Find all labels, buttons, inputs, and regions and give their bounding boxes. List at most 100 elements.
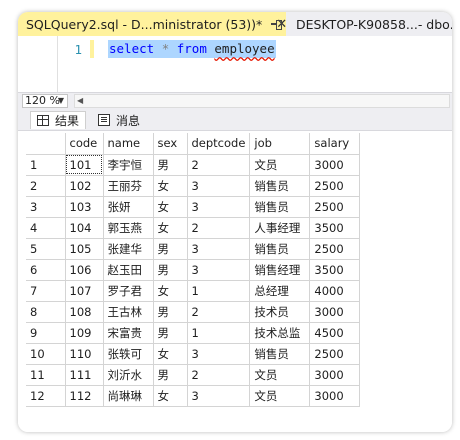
cell-name[interactable]: 尚琳琳 <box>103 385 154 407</box>
cell-salary[interactable]: 4000 <box>309 280 361 302</box>
cell-job[interactable]: 文员 <box>249 154 311 176</box>
cell-sex[interactable]: 男 <box>153 154 188 176</box>
cell-job[interactable]: 销售员 <box>249 343 311 365</box>
cell-name[interactable]: 刘沂水 <box>103 364 154 386</box>
cell-code[interactable]: 102 <box>65 175 104 197</box>
cell-salary[interactable]: 2500 <box>309 196 361 218</box>
table-row[interactable]: 8 108 王古林男 2 技术员 3000 <box>26 301 361 323</box>
table-row[interactable]: 2 102 王丽芬女 3 销售员 2500 <box>26 175 361 197</box>
cell-sex[interactable]: 女 <box>153 343 188 365</box>
cell-code[interactable]: 110 <box>65 343 104 365</box>
cell-sex[interactable]: 男 <box>153 301 188 323</box>
cell-deptcode[interactable]: 3 <box>187 259 251 281</box>
cell-name[interactable]: 李宇恒 <box>103 154 154 176</box>
tab-messages[interactable]: 消息 <box>92 111 146 129</box>
cell-salary[interactable]: 2500 <box>309 343 361 365</box>
cell-name[interactable]: 王丽芬 <box>103 175 154 197</box>
column-header-job[interactable]: job <box>249 133 311 155</box>
cell-deptcode[interactable]: 2 <box>187 154 251 176</box>
cell-sex[interactable]: 男 <box>153 322 188 344</box>
cell-deptcode[interactable]: 1 <box>187 280 251 302</box>
cell-job[interactable]: 总经理 <box>249 280 311 302</box>
column-header-salary[interactable]: salary <box>309 133 361 155</box>
table-row[interactable]: 10 110 张轶可女 3 销售员 2500 <box>26 343 361 365</box>
cell-salary[interactable]: 3000 <box>309 154 361 176</box>
cell-deptcode[interactable]: 3 <box>187 385 251 407</box>
cell-name[interactable]: 张妍 <box>103 196 154 218</box>
row-number[interactable]: 11 <box>26 364 66 386</box>
row-number[interactable]: 6 <box>26 259 66 281</box>
cell-name[interactable]: 张轶可 <box>103 343 154 365</box>
cell-salary[interactable]: 3000 <box>309 301 361 323</box>
cell-job[interactable]: 销售员 <box>249 238 311 260</box>
cell-name[interactable]: 王古林 <box>103 301 154 323</box>
cell-deptcode[interactable]: 3 <box>187 196 251 218</box>
row-number[interactable]: 9 <box>26 322 66 344</box>
cell-job[interactable]: 销售经理 <box>249 259 311 281</box>
cell-job[interactable]: 文员 <box>249 385 311 407</box>
row-number[interactable]: 12 <box>26 385 66 407</box>
row-number[interactable]: 1 <box>26 154 66 176</box>
cell-job[interactable]: 销售员 <box>249 175 311 197</box>
cell-job[interactable]: 技术员 <box>249 301 311 323</box>
cell-job[interactable]: 文员 <box>249 364 311 386</box>
tab-desktop-table[interactable]: DESKTOP-K90858...- dbo.e <box>292 12 452 36</box>
cell-code[interactable]: 109 <box>65 322 104 344</box>
row-number[interactable]: 4 <box>26 217 66 239</box>
scroll-left-icon[interactable]: ◀ <box>77 95 83 107</box>
column-header-rownum[interactable] <box>26 133 66 155</box>
cell-salary[interactable]: 3500 <box>309 259 361 281</box>
cell-sex[interactable]: 女 <box>153 196 188 218</box>
code-line[interactable]: select * from employee <box>108 40 276 58</box>
row-number[interactable]: 3 <box>26 196 66 218</box>
cell-code[interactable]: 108 <box>65 301 104 323</box>
cell-job[interactable]: 技术总监 <box>249 322 311 344</box>
table-row[interactable]: 4 104 郭玉燕女 2 人事经理 3500 <box>26 217 361 239</box>
cell-sex[interactable]: 男 <box>153 238 188 260</box>
cell-code[interactable]: 105 <box>65 238 104 260</box>
cell-job[interactable]: 销售员 <box>249 196 311 218</box>
cell-deptcode[interactable]: 3 <box>187 343 251 365</box>
table-row[interactable]: 6 106 赵玉田男 3 销售经理 3500 <box>26 259 361 281</box>
cell-sex[interactable]: 女 <box>153 385 188 407</box>
table-row[interactable]: 11 111 刘沂水男 2 文员 3000 <box>26 364 361 386</box>
cell-sex[interactable]: 女 <box>153 280 188 302</box>
tab-results[interactable]: 结果 <box>30 111 87 129</box>
table-row[interactable]: 1 101 李宇恒男 2 文员 3000 <box>26 154 361 176</box>
cell-code[interactable]: 111 <box>65 364 104 386</box>
table-row[interactable]: 5 105 张建华男 3 销售员 2500 <box>26 238 361 260</box>
table-row[interactable]: 3 103 张妍女 3 销售员 2500 <box>26 196 361 218</box>
row-number[interactable]: 8 <box>26 301 66 323</box>
cell-deptcode[interactable]: 2 <box>187 217 251 239</box>
cell-salary[interactable]: 3500 <box>309 217 361 239</box>
cell-deptcode[interactable]: 2 <box>187 301 251 323</box>
zoom-select[interactable]: 120 % ▼ <box>22 94 68 108</box>
cell-sex[interactable]: 女 <box>153 217 188 239</box>
cell-code[interactable]: 104 <box>65 217 104 239</box>
column-header-sex[interactable]: sex <box>153 133 188 155</box>
cell-sex[interactable]: 男 <box>153 364 188 386</box>
cell-sex[interactable]: 男 <box>153 259 188 281</box>
cell-name[interactable]: 郭玉燕 <box>103 217 154 239</box>
cell-job[interactable]: 人事经理 <box>249 217 311 239</box>
cell-salary[interactable]: 2500 <box>309 175 361 197</box>
cell-name[interactable]: 张建华 <box>103 238 154 260</box>
column-header-deptcode[interactable]: deptcode <box>187 133 251 155</box>
table-row[interactable]: 7 107 罗子君女 1 总经理 4000 <box>26 280 361 302</box>
query-editor[interactable]: 1 select * from employee <box>18 36 452 92</box>
cell-sex[interactable]: 女 <box>153 175 188 197</box>
cell-salary[interactable]: 2500 <box>309 238 361 260</box>
cell-deptcode[interactable]: 3 <box>187 238 251 260</box>
row-number[interactable]: 5 <box>26 238 66 260</box>
column-header-name[interactable]: name <box>103 133 154 155</box>
cell-deptcode[interactable]: 1 <box>187 322 251 344</box>
cell-name[interactable]: 赵玉田 <box>103 259 154 281</box>
cell-deptcode[interactable]: 3 <box>187 175 251 197</box>
cell-code[interactable]: 112 <box>65 385 104 407</box>
cell-code[interactable]: 106 <box>65 259 104 281</box>
cell-code[interactable]: 107 <box>65 280 104 302</box>
cell-name[interactable]: 宋富贵 <box>103 322 154 344</box>
cell-salary[interactable]: 3000 <box>309 364 361 386</box>
cell-name[interactable]: 罗子君 <box>103 280 154 302</box>
row-number[interactable]: 10 <box>26 343 66 365</box>
